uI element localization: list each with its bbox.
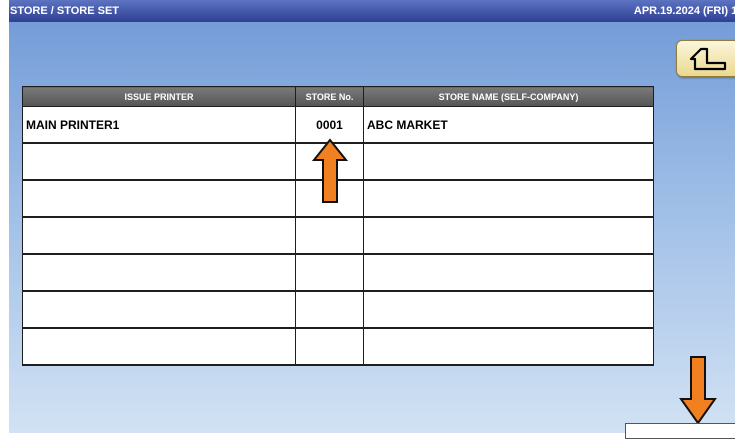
store-name-cell[interactable] bbox=[363, 290, 654, 329]
store-no-cell[interactable] bbox=[295, 290, 364, 329]
issue-printer-cell[interactable] bbox=[22, 142, 296, 181]
down-arrow-icon bbox=[679, 356, 717, 425]
table-row[interactable] bbox=[22, 253, 654, 292]
store-set-screen: STORE / STORE SET APR.19.2024 (FRI) 14: … bbox=[9, 0, 735, 433]
datetime-display: APR.19.2024 (FRI) 14: bbox=[633, 5, 735, 17]
issue-printer-cell[interactable] bbox=[22, 290, 296, 329]
column-header-issue-printer: ISSUE PRINTER bbox=[22, 86, 296, 107]
issue-printer-cell[interactable] bbox=[22, 327, 296, 366]
issue-printer-cell[interactable] bbox=[22, 179, 296, 218]
store-no-cell[interactable] bbox=[295, 216, 364, 255]
store-name-cell[interactable] bbox=[363, 253, 654, 292]
store-name-cell[interactable]: ABC MARKET bbox=[363, 106, 654, 144]
bottom-button-edge[interactable] bbox=[625, 423, 735, 439]
store-name-cell[interactable] bbox=[363, 327, 654, 366]
breadcrumb: STORE / STORE SET bbox=[10, 5, 120, 17]
table-header-row: ISSUE PRINTER STORE No. STORE NAME (SELF… bbox=[22, 86, 654, 107]
return-arrow-icon bbox=[689, 47, 727, 71]
store-name-cell[interactable] bbox=[363, 142, 654, 181]
column-header-store-no: STORE No. bbox=[295, 86, 364, 107]
issue-printer-cell[interactable] bbox=[22, 216, 296, 255]
table-row[interactable] bbox=[22, 290, 654, 329]
table-row[interactable] bbox=[22, 327, 654, 366]
up-arrow-icon bbox=[312, 138, 348, 203]
store-no-cell[interactable] bbox=[295, 253, 364, 292]
store-no-cell[interactable] bbox=[295, 327, 364, 366]
store-table: ISSUE PRINTER STORE No. STORE NAME (SELF… bbox=[22, 86, 654, 366]
column-header-store-name: STORE NAME (SELF-COMPANY) bbox=[363, 86, 654, 107]
back-button[interactable] bbox=[676, 40, 735, 77]
issue-printer-cell[interactable]: MAIN PRINTER1 bbox=[22, 106, 296, 144]
table-row[interactable] bbox=[22, 216, 654, 255]
issue-printer-cell[interactable] bbox=[22, 253, 296, 292]
store-name-cell[interactable] bbox=[363, 216, 654, 255]
title-bar: STORE / STORE SET APR.19.2024 (FRI) 14: bbox=[9, 0, 735, 22]
store-name-cell[interactable] bbox=[363, 179, 654, 218]
